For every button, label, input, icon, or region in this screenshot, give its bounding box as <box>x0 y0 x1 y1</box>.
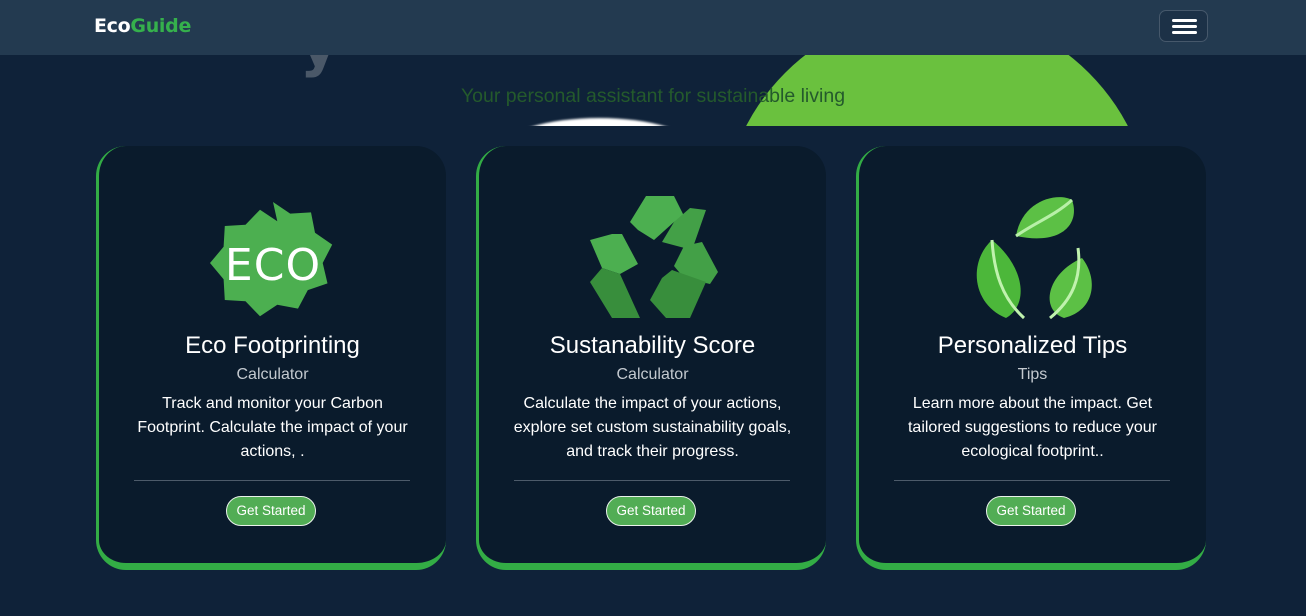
eco-badge-label: ECO <box>224 240 320 291</box>
card-personalized-tips: Personalized Tips Tips Learn more about … <box>856 146 1206 570</box>
menu-toggle-button[interactable] <box>1159 10 1208 42</box>
hero-section: y Your personal assistant for sustainabl… <box>0 55 1306 126</box>
card-title: Eco Footprinting <box>185 332 360 359</box>
brand-logo[interactable]: EcoGuide <box>94 15 191 37</box>
brand-guide-text: Guide <box>130 15 192 37</box>
card-title: Personalized Tips <box>937 332 1128 359</box>
recycle-icon <box>589 196 718 318</box>
card-subtitle: Calculator <box>236 366 309 383</box>
eco-badge-icon: ECO <box>209 202 332 317</box>
card-divider <box>514 480 790 481</box>
card-sustainability-score: Sustanability Score Calculator Calculate… <box>476 146 826 570</box>
card-divider <box>894 480 1170 481</box>
card-divider <box>134 480 410 481</box>
card-subtitle: Tips <box>1017 366 1048 383</box>
card-description: Learn more about the impact. Get tailore… <box>907 395 1158 460</box>
get-started-button[interactable]: Get Started <box>226 496 316 526</box>
get-started-button[interactable]: Get Started <box>606 496 696 526</box>
card-description: Calculate the impact of your actions, ex… <box>513 395 792 460</box>
card-eco-footprinting: ECO Eco Footprinting Calculator Track an… <box>96 146 446 570</box>
navbar: EcoGuide <box>0 0 1306 55</box>
get-started-button[interactable]: Get Started <box>986 496 1076 526</box>
card-title: Sustanability Score <box>549 332 756 359</box>
hero-decor-highlight <box>504 118 694 126</box>
hamburger-icon <box>1172 19 1197 22</box>
hero-subtitle: Your personal assistant for sustainable … <box>460 85 846 107</box>
leaves-icon <box>976 197 1092 320</box>
card-description: Track and monitor your Carbon Footprint.… <box>137 395 408 460</box>
card-subtitle: Calculator <box>616 366 689 383</box>
brand-eco-text: Eco <box>94 15 131 37</box>
hero-title-fragment: y <box>300 55 338 79</box>
